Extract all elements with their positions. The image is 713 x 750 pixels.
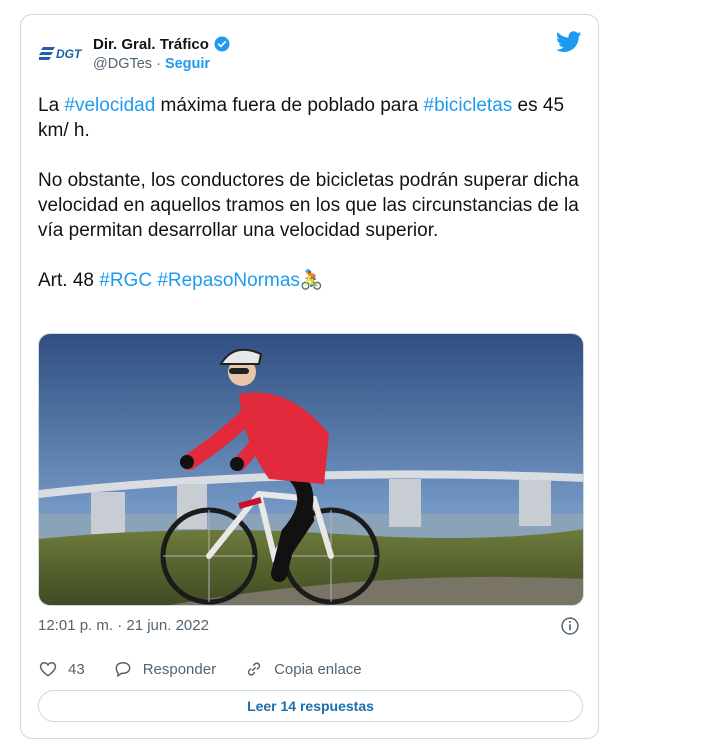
handle-separator: · <box>152 56 165 72</box>
reply-action[interactable]: Responder <box>113 659 216 679</box>
tweet-text: La #velocidad máxima fuera de poblado pa… <box>38 93 588 318</box>
twitter-bird-icon[interactable] <box>556 31 582 53</box>
like-count: 43 <box>68 660 85 678</box>
copy-link-label: Copia enlace <box>274 660 362 678</box>
tweet-paragraph-1: La #velocidad máxima fuera de poblado pa… <box>38 95 565 141</box>
hashtag-repasonormas[interactable]: #RepasoNormas <box>157 270 300 291</box>
info-icon[interactable] <box>560 616 580 636</box>
tweet-actions: 43 Responder Copia enlace <box>38 659 362 679</box>
reply-label: Responder <box>142 660 217 678</box>
copy-link-action[interactable]: Copia enlace <box>244 659 362 679</box>
hashtag-rgc[interactable]: #RGC <box>99 270 152 291</box>
link-icon <box>247 662 261 676</box>
hashtag-velocidad[interactable]: #velocidad <box>64 95 155 116</box>
reply-bubble-icon <box>115 661 131 678</box>
dgt-logo[interactable]: DGT <box>39 39 85 65</box>
cyclist-emoji: 🚴 <box>299 270 324 291</box>
tweet-timestamp[interactable]: 12:01 p. m. · 21 jun. 2022 <box>38 617 209 634</box>
author-name[interactable]: Dir. Gral. Tráfico <box>93 36 209 53</box>
hashtag-bicicletas[interactable]: #bicicletas <box>424 95 513 116</box>
tweet-card: DGT Dir. Gral. Tráfico @DGTes · Seguir L… <box>20 14 599 739</box>
read-replies-button[interactable]: Leer 14 respuestas <box>38 690 583 722</box>
tweet-paragraph-2: No obstante, los conductores de biciclet… <box>38 170 579 241</box>
svg-text:DGT: DGT <box>56 47 83 61</box>
heart-icon <box>39 661 57 677</box>
like-action[interactable]: 43 <box>38 659 85 679</box>
tweet-photo[interactable] <box>38 333 584 606</box>
verified-badge-icon <box>214 36 230 52</box>
cyclist-photo-illustration <box>39 334 583 605</box>
follow-button[interactable]: Seguir <box>165 56 210 72</box>
author-name-row[interactable]: Dir. Gral. Tráfico <box>93 35 231 53</box>
author-handle-row: @DGTes · Seguir <box>93 56 210 72</box>
author-handle[interactable]: @DGTes <box>93 56 152 72</box>
tweet-paragraph-3: Art. 48 #RGC #RepasoNormas🚴 <box>38 270 324 291</box>
